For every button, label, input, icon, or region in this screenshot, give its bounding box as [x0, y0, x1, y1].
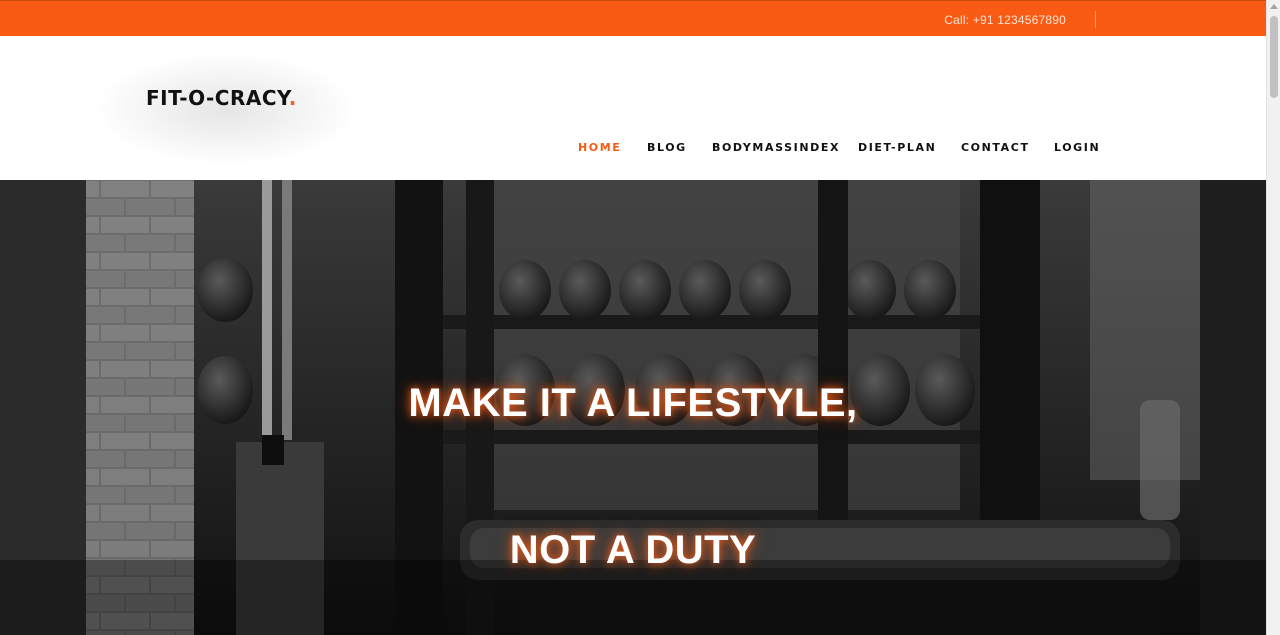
nav-bodymassindex[interactable]: BODYMASSINDEX	[712, 141, 840, 154]
nav-home[interactable]: HOME	[578, 141, 621, 154]
call-text: Call: +91 1234567890	[944, 13, 1066, 27]
logo-text: FIT-O-CRACY	[146, 86, 289, 110]
logo-dot: .	[288, 86, 297, 110]
hero-headline-line1: MAKE IT A LIFESTYLE,	[408, 381, 858, 425]
nav-diet-plan[interactable]: DIET-PLAN	[858, 141, 936, 154]
hero-banner: MAKE IT A LIFESTYLE, NOT A DUTY	[0, 180, 1266, 635]
hero-headline-line2: NOT A DUTY	[509, 528, 757, 572]
main-nav: HOME BLOG BODYMASSINDEX DIET-PLAN CONTAC…	[0, 141, 1266, 155]
topbar-divider	[1095, 11, 1096, 28]
nav-contact[interactable]: CONTACT	[961, 141, 1030, 154]
nav-login[interactable]: LOGIN	[1054, 141, 1100, 154]
site-header: FIT-O-CRACY. HOME BLOG BODYMASSINDEX DIE…	[0, 36, 1266, 180]
top-contact-bar: Call: +91 1234567890	[0, 0, 1266, 36]
nav-blog[interactable]: BLOG	[647, 141, 687, 154]
scrollbar-thumb[interactable]	[1270, 16, 1278, 98]
page-scrollbar[interactable]	[1266, 0, 1280, 635]
scroll-up-arrow-icon[interactable]	[1270, 4, 1278, 9]
site-logo[interactable]: FIT-O-CRACY.	[146, 86, 297, 110]
